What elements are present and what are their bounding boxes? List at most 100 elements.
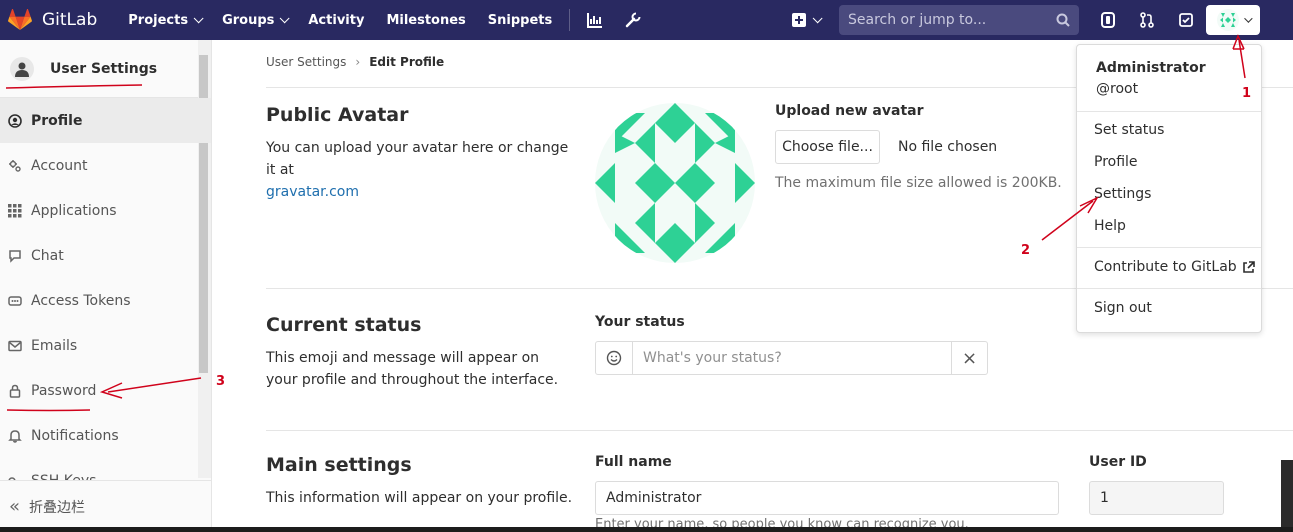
sidebar-item-label: Account	[31, 157, 88, 174]
avatar-desc-text: You can upload your avatar here or chang…	[266, 140, 569, 178]
emoji-picker-button[interactable]	[596, 342, 633, 374]
nav-groups-label: Groups	[222, 12, 275, 28]
merge-request-icon	[1139, 12, 1154, 28]
nav-milestones[interactable]: Milestones	[375, 0, 476, 40]
user-id-label: User ID	[1089, 454, 1147, 470]
sidebar-item-label: Applications	[31, 202, 117, 219]
collapse-sidebar-button[interactable]: « 折叠边栏	[0, 480, 211, 532]
dropdown-contribute[interactable]: Contribute to GitLab	[1094, 259, 1255, 275]
sidebar-item-emails[interactable]: Emails	[0, 323, 211, 368]
nav-snippets[interactable]: Snippets	[477, 0, 563, 40]
upload-avatar-label: Upload new avatar	[775, 103, 924, 119]
double-chevron-left-icon: «	[9, 495, 21, 517]
user-dropdown-menu: Administrator @root Set status Profile S…	[1076, 44, 1262, 333]
nav-activity-label: Activity	[308, 12, 365, 28]
breadcrumb-current: Edit Profile	[369, 55, 445, 69]
chevron-down-icon	[812, 12, 823, 23]
sidebar-header[interactable]: User Settings	[0, 40, 211, 98]
avatar-section-desc: You can upload your avatar here or chang…	[266, 137, 576, 203]
dropdown-help[interactable]: Help	[1094, 218, 1126, 234]
email-icon	[8, 339, 22, 353]
top-navbar: GitLab Projects Groups Activity Mileston…	[0, 0, 1293, 40]
wrench-icon	[626, 12, 642, 28]
nav-milestones-label: Milestones	[386, 12, 466, 28]
breadcrumb: User Settings › Edit Profile	[266, 55, 444, 69]
sidebar-item-profile[interactable]: Profile	[0, 98, 211, 143]
full-name-input[interactable]: Administrator	[595, 481, 1059, 515]
merge-requests-button[interactable]	[1127, 0, 1166, 40]
sidebar-item-label: Profile	[31, 112, 83, 129]
choose-file-button[interactable]: Choose file...	[775, 130, 880, 164]
main-settings-title: Main settings	[266, 454, 412, 476]
plus-square-icon	[792, 13, 806, 27]
dropdown-username: @root	[1096, 81, 1139, 97]
chevron-down-icon	[193, 12, 204, 23]
gravatar-link[interactable]: gravatar.com	[266, 184, 359, 200]
annotation-step-1: 1	[1242, 86, 1252, 101]
max-file-size-help: The maximum file size allowed is 200KB.	[775, 175, 1062, 191]
annotation-step-3: 3	[216, 374, 226, 389]
profile-icon	[8, 113, 22, 128]
dropdown-sign-out[interactable]: Sign out	[1094, 300, 1152, 316]
nav-activity[interactable]: Activity	[297, 0, 375, 40]
annotation-step-2: 2	[1021, 243, 1031, 258]
nav-groups[interactable]: Groups	[211, 0, 297, 40]
chevron-down-icon	[1243, 14, 1253, 23]
status-message-input[interactable]: What's your status?	[633, 342, 952, 374]
todos-button[interactable]	[1166, 0, 1205, 40]
dropdown-divider	[1077, 111, 1261, 112]
chat-icon	[8, 249, 22, 263]
bell-icon	[8, 429, 22, 443]
user-avatar-icon	[1216, 9, 1239, 31]
divider	[266, 430, 1293, 431]
clear-status-button[interactable]: ×	[952, 342, 987, 374]
screen-edge	[1281, 460, 1293, 532]
dropdown-divider	[1077, 247, 1261, 248]
nav-links: Projects Groups Activity Milestones Snip…	[117, 0, 652, 40]
close-icon: ×	[961, 347, 978, 369]
sidebar-item-password[interactable]: Password	[0, 368, 211, 413]
user-icon	[10, 56, 34, 81]
todo-check-icon	[1178, 13, 1193, 27]
external-link-icon	[1242, 260, 1255, 273]
nav-admin-button[interactable]	[614, 0, 652, 40]
search-input[interactable]: Search or jump to...	[839, 5, 1079, 35]
nav-separator	[569, 9, 571, 31]
dropdown-settings[interactable]: Settings	[1094, 186, 1151, 202]
sidebar-item-notifications[interactable]: Notifications	[0, 413, 211, 458]
nav-projects[interactable]: Projects	[117, 0, 211, 40]
sidebar-item-access-tokens[interactable]: Access Tokens	[0, 278, 211, 323]
issues-button[interactable]	[1088, 0, 1127, 40]
token-icon	[8, 294, 22, 308]
search-placeholder: Search or jump to...	[848, 12, 987, 28]
status-section-title: Current status	[266, 314, 422, 336]
sidebar-item-label: Notifications	[31, 427, 119, 444]
nav-chart-button[interactable]	[576, 0, 614, 40]
sidebar-item-chat[interactable]: Chat	[0, 233, 211, 278]
breadcrumb-parent[interactable]: User Settings	[266, 55, 346, 69]
brand-name: GitLab	[42, 10, 98, 30]
avatar-section-title: Public Avatar	[266, 104, 409, 126]
chevron-down-icon	[280, 12, 290, 23]
new-dropdown-button[interactable]	[792, 9, 823, 31]
collapse-sidebar-label: 折叠边栏	[29, 499, 86, 516]
sidebar-item-label: Access Tokens	[31, 292, 131, 309]
sidebar-items: Profile Account Applications Chat Access…	[0, 98, 211, 503]
dropdown-user-name: Administrator	[1096, 60, 1206, 76]
user-menu-button[interactable]	[1206, 5, 1260, 35]
sidebar-item-label: Emails	[31, 337, 78, 354]
user-id-input[interactable]: 1	[1089, 481, 1224, 515]
dropdown-profile[interactable]: Profile	[1094, 154, 1138, 170]
bottom-bar	[0, 527, 1293, 532]
sidebar-item-account[interactable]: Account	[0, 143, 211, 188]
gitlab-brand[interactable]: GitLab	[8, 9, 97, 31]
smiley-icon	[606, 350, 622, 366]
account-gear-icon	[8, 159, 22, 173]
dropdown-set-status[interactable]: Set status	[1094, 122, 1164, 138]
sidebar-title: User Settings	[50, 60, 158, 77]
screen: GitLab Projects Groups Activity Mileston…	[0, 0, 1293, 532]
issues-icon	[1100, 12, 1115, 28]
lock-icon	[8, 384, 22, 398]
your-status-label: Your status	[595, 314, 685, 330]
sidebar-item-applications[interactable]: Applications	[0, 188, 211, 233]
